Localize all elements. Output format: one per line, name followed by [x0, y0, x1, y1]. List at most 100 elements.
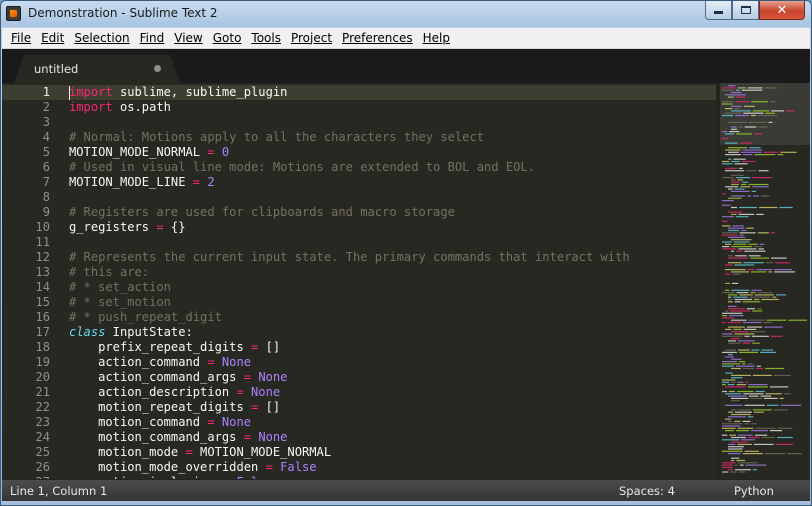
- minimap-line: [722, 365, 734, 367]
- code-token: import: [69, 100, 113, 114]
- code-line[interactable]: g_registers = {}: [69, 220, 714, 235]
- minimap-line: [744, 250, 766, 252]
- minimap-line: [758, 170, 769, 172]
- menu-goto[interactable]: Goto: [208, 28, 247, 49]
- minimap-line: [752, 110, 770, 112]
- code-line[interactable]: # Registers are used for clipboards and …: [69, 205, 714, 220]
- minimap-line: [735, 96, 746, 98]
- menu-preferences[interactable]: Preferences: [337, 28, 418, 49]
- code-text-area[interactable]: import sublime, sublime_plugin import os.…: [69, 85, 714, 479]
- line-number[interactable]: 11: [2, 235, 64, 250]
- line-number[interactable]: 24: [2, 430, 64, 445]
- minimap-line: [776, 294, 787, 296]
- menu-tools[interactable]: Tools: [246, 28, 286, 49]
- menu-help[interactable]: Help: [418, 28, 455, 49]
- code-line[interactable]: # Represents the current input state. Th…: [69, 250, 714, 265]
- line-number[interactable]: 5: [2, 145, 64, 160]
- code-line[interactable]: [69, 115, 714, 130]
- minimap-line: [728, 298, 733, 301]
- line-number[interactable]: 23: [2, 415, 64, 430]
- code-line[interactable]: MOTION_MODE_LINE = 2: [69, 175, 714, 190]
- line-number[interactable]: 16: [2, 310, 64, 325]
- line-number[interactable]: 1: [2, 85, 64, 100]
- line-number[interactable]: 2: [2, 100, 64, 115]
- code-line[interactable]: action_command = None: [69, 355, 714, 370]
- unsaved-dot-icon[interactable]: [154, 65, 161, 72]
- line-number[interactable]: 17: [2, 325, 64, 340]
- minimap-line: [728, 85, 736, 87]
- code-line[interactable]: # * set_motion: [69, 295, 714, 310]
- code-line[interactable]: # Normal: Motions apply to all the chara…: [69, 130, 714, 145]
- code-token: =: [207, 415, 215, 429]
- line-number[interactable]: 14: [2, 280, 64, 295]
- line-number[interactable]: 18: [2, 340, 64, 355]
- minimize-button[interactable]: [705, 1, 732, 20]
- cursor-position[interactable]: Line 1, Column 1: [10, 484, 107, 498]
- code-line[interactable]: motion_command = None: [69, 415, 714, 430]
- code-line[interactable]: import sublime, sublime_plugin: [69, 85, 714, 100]
- code-token: # Represents the current input state. Th…: [69, 250, 630, 264]
- line-number[interactable]: 7: [2, 175, 64, 190]
- tab-untitled[interactable]: untitled: [14, 55, 180, 83]
- line-number[interactable]: 20: [2, 370, 64, 385]
- close-button[interactable]: ✕: [759, 1, 805, 20]
- minimap-line: [725, 167, 738, 169]
- line-number[interactable]: 21: [2, 385, 64, 400]
- code-line[interactable]: prefix_repeat_digits = []: [69, 340, 714, 355]
- code-line[interactable]: # * set_action: [69, 280, 714, 295]
- line-number[interactable]: 13: [2, 265, 64, 280]
- menu-edit[interactable]: Edit: [36, 28, 69, 49]
- code-line[interactable]: MOTION_MODE_NORMAL = 0: [69, 145, 714, 160]
- code-line[interactable]: [69, 235, 714, 250]
- minimap[interactable]: [718, 83, 810, 479]
- menu-file[interactable]: File: [6, 28, 36, 49]
- indentation-selector[interactable]: Spaces: 4: [619, 484, 675, 498]
- minimap-line: [750, 292, 756, 294]
- menu-find[interactable]: Find: [135, 28, 170, 49]
- code-line[interactable]: action_description = None: [69, 385, 714, 400]
- minimap-line: [725, 186, 739, 188]
- syntax-selector[interactable]: Python: [734, 484, 774, 498]
- minimap-line: [722, 466, 733, 468]
- code-line[interactable]: import os.path: [69, 100, 714, 115]
- line-number[interactable]: 26: [2, 460, 64, 475]
- tab-bar: untitled: [2, 49, 810, 83]
- minimap-line: [725, 108, 733, 110]
- code-token: import: [69, 85, 113, 99]
- code-line[interactable]: motion_mode = MOTION_MODE_NORMAL: [69, 445, 714, 460]
- code-line[interactable]: action_command_args = None: [69, 370, 714, 385]
- code-line[interactable]: # Used in visual line mode: Motions are …: [69, 160, 714, 175]
- line-number[interactable]: 15: [2, 295, 64, 310]
- minimap-line: [728, 354, 733, 356]
- code-line[interactable]: # * push_repeat_digit: [69, 310, 714, 325]
- code-token: =: [207, 355, 215, 369]
- line-number[interactable]: 6: [2, 160, 64, 175]
- code-token: g_registers: [69, 220, 157, 234]
- maximize-button[interactable]: [732, 1, 759, 20]
- menu-project[interactable]: Project: [286, 28, 337, 49]
- line-number[interactable]: 25: [2, 445, 64, 460]
- line-number[interactable]: 22: [2, 400, 64, 415]
- line-number-gutter[interactable]: 1 2 3 4 5 6 7 8 9 10 11 12 13 14 15 16 17 18 19 20 21 22 23 24 2…: [2, 83, 64, 479]
- code-line[interactable]: # this are:: [69, 265, 714, 280]
- menu-selection[interactable]: Selection: [69, 28, 134, 49]
- code-line[interactable]: motion_mode_overridden = False: [69, 460, 714, 475]
- line-number[interactable]: 10: [2, 220, 64, 235]
- line-number[interactable]: 9: [2, 205, 64, 220]
- code-line[interactable]: class InputState:: [69, 325, 714, 340]
- line-number[interactable]: 8: [2, 190, 64, 205]
- line-number[interactable]: 12: [2, 250, 64, 265]
- minimap-line: [728, 229, 740, 232]
- code-line[interactable]: motion_command_args = None: [69, 430, 714, 445]
- line-number[interactable]: 19: [2, 355, 64, 370]
- minimap-line: [725, 328, 732, 330]
- menu-view[interactable]: View: [169, 28, 207, 49]
- line-number[interactable]: 4: [2, 130, 64, 145]
- minimap-line: [732, 273, 741, 275]
- code-line[interactable]: motion_repeat_digits = []: [69, 400, 714, 415]
- line-number[interactable]: 3: [2, 115, 64, 130]
- minimap-line: [722, 363, 740, 365]
- code-editor[interactable]: 1 2 3 4 5 6 7 8 9 10 11 12 13 14 15 16 17 18 19 20 21 22 23 24 2…: [2, 83, 810, 479]
- code-line[interactable]: [69, 190, 714, 205]
- title-bar[interactable]: Demonstration - Sublime Text 2 ✕: [1, 1, 811, 27]
